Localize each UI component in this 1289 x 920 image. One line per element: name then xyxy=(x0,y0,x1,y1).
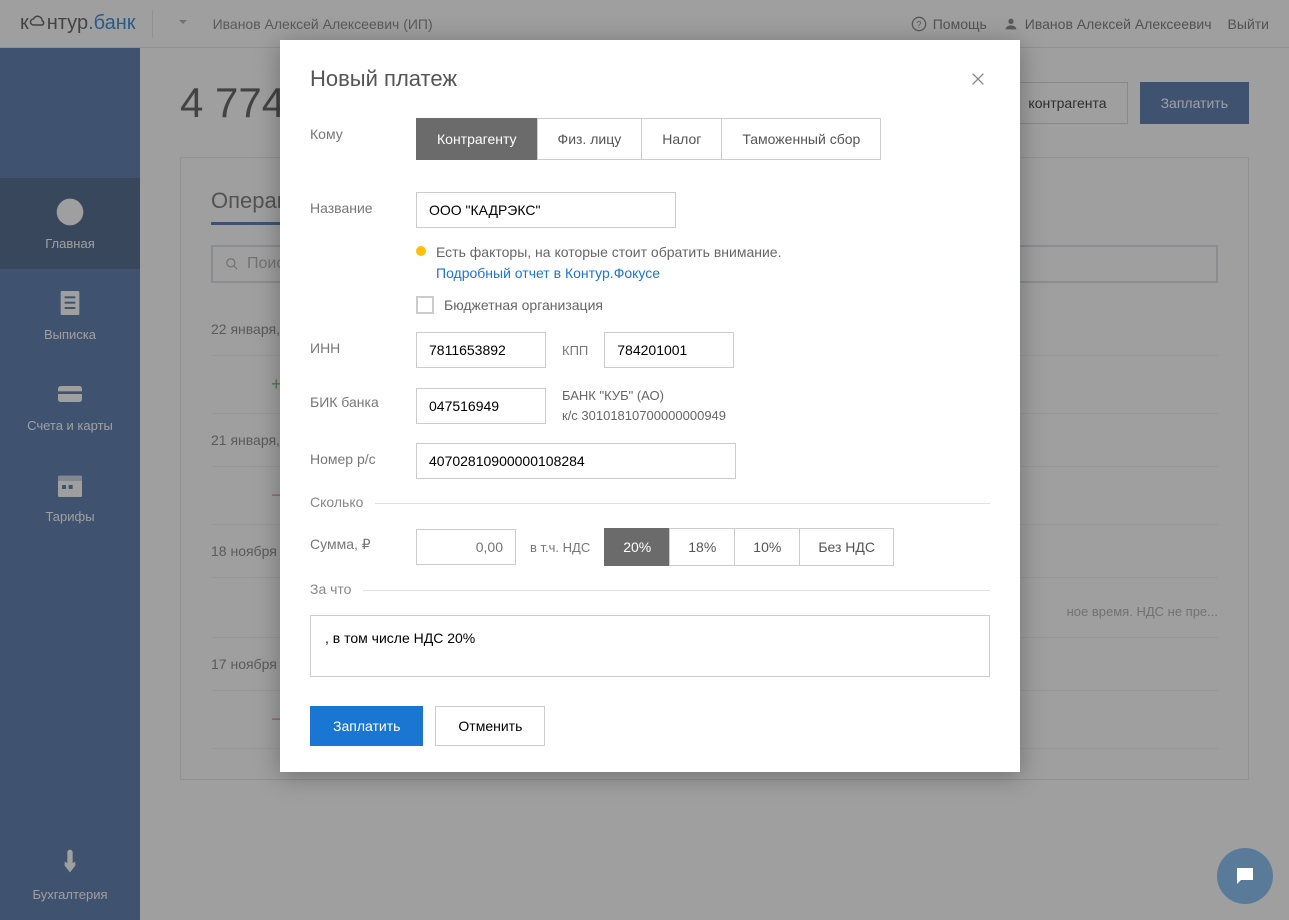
chat-icon xyxy=(1233,864,1257,888)
vat-20[interactable]: 20% xyxy=(604,528,670,566)
vat-none[interactable]: Без НДС xyxy=(799,528,894,566)
inn-field[interactable] xyxy=(416,332,546,368)
account-label: Номер р/с xyxy=(310,443,400,467)
account-field[interactable] xyxy=(416,443,736,479)
vat-18[interactable]: 18% xyxy=(669,528,735,566)
inn-label: ИНН xyxy=(310,332,400,356)
amount-field[interactable] xyxy=(416,529,516,565)
bik-label: БИК банка xyxy=(310,386,400,410)
tab-customs[interactable]: Таможенный сбор xyxy=(721,118,881,160)
kpp-label: КПП xyxy=(562,343,588,358)
tab-tax[interactable]: Налог xyxy=(641,118,722,160)
close-button[interactable] xyxy=(966,67,990,91)
budget-org-label: Бюджетная организация xyxy=(444,297,603,313)
focus-report-link[interactable]: Подробный отчет в Контур.Фокусе xyxy=(436,263,781,284)
vat-tabs: 20% 18% 10% Без НДС xyxy=(604,528,894,566)
tab-individual[interactable]: Физ. лицу xyxy=(537,118,643,160)
modal-title: Новый платеж xyxy=(310,66,457,92)
kpp-field[interactable] xyxy=(604,332,734,368)
vat-label: в т.ч. НДС xyxy=(530,540,590,555)
section-divider: За что xyxy=(310,590,990,591)
whom-label: Кому xyxy=(310,118,400,142)
submit-button[interactable]: Заплатить xyxy=(310,706,423,746)
warning-text: Есть факторы, на которые стоит обратить … xyxy=(436,242,781,263)
bank-info: БАНК "КУБ" (АО) к/с 30101810700000000949 xyxy=(562,386,726,425)
close-icon xyxy=(970,71,986,87)
budget-org-checkbox[interactable] xyxy=(416,296,434,314)
bik-field[interactable] xyxy=(416,388,546,424)
amount-label: Сумма, ₽ xyxy=(310,528,400,553)
name-label: Название xyxy=(310,192,400,216)
payment-modal: Новый платеж Кому Контрагенту Физ. лицу … xyxy=(280,40,1020,772)
warning-dot-icon xyxy=(416,246,426,256)
section-divider: Сколько xyxy=(310,503,990,504)
name-field[interactable] xyxy=(416,192,676,228)
cancel-button[interactable]: Отменить xyxy=(435,706,545,746)
purpose-field[interactable] xyxy=(310,615,990,677)
tab-contractor[interactable]: Контрагенту xyxy=(416,118,538,160)
recipient-type-tabs: Контрагенту Физ. лицу Налог Таможенный с… xyxy=(416,118,990,160)
chat-fab[interactable] xyxy=(1217,848,1273,904)
vat-10[interactable]: 10% xyxy=(734,528,800,566)
